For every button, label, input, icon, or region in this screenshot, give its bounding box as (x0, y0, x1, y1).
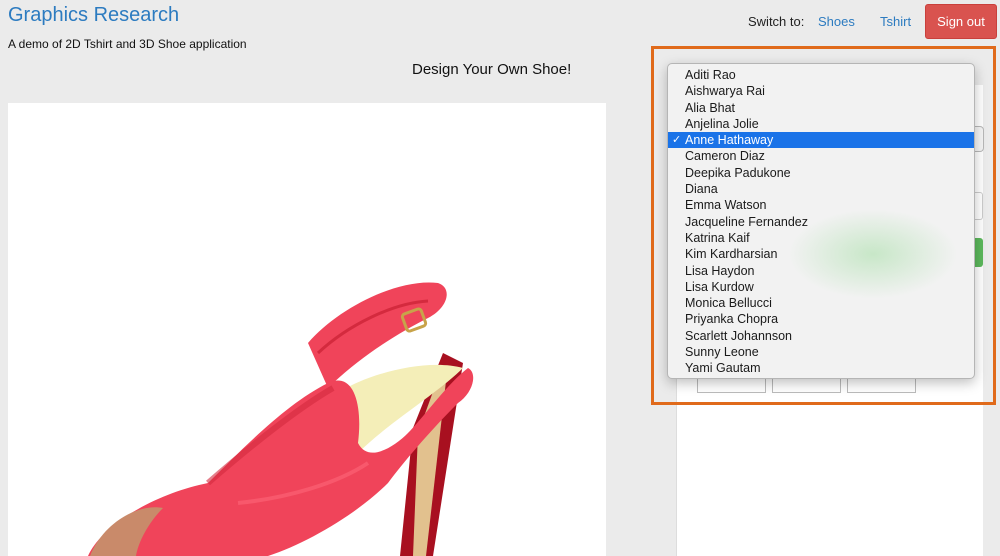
dropdown-option[interactable]: Lisa Kurdow (668, 279, 974, 295)
dropdown-option-label: Lisa Kurdow (685, 279, 754, 294)
dropdown-option[interactable]: Sunny Leone (668, 344, 974, 360)
dropdown-option[interactable]: Scarlett Johannson (668, 328, 974, 344)
brand-title[interactable]: Graphics Research (8, 4, 179, 27)
dropdown-option[interactable]: Deepika Padukone (668, 165, 974, 181)
app-subtitle: A demo of 2D Tshirt and 3D Shoe applicat… (8, 37, 247, 51)
dropdown-option[interactable]: Lisa Haydon (668, 263, 974, 279)
dropdown-option-label: Jacqueline Fernandez (685, 214, 808, 229)
checkmark-icon: ✓ (672, 134, 682, 147)
dropdown-option[interactable]: Katrina Kaif (668, 230, 974, 246)
dropdown-option-label: Kim Kardharsian (685, 247, 778, 262)
dropdown-option-label: Priyanka Chopra (685, 312, 779, 327)
dropdown-option-label: Cameron Diaz (685, 149, 765, 164)
dropdown-option[interactable]: Aishwarya Rai (668, 83, 974, 99)
dropdown-option-label: Monica Bellucci (685, 296, 772, 311)
shoe-model-illustration (88, 282, 474, 556)
nav-shoes-link[interactable]: Shoes (818, 14, 855, 29)
page-title: Design Your Own Shoe! (412, 61, 572, 78)
dropdown-option[interactable]: Cameron Diaz (668, 148, 974, 164)
shoe-3d-canvas[interactable] (8, 103, 606, 556)
dropdown-option-label: Deepika Padukone (685, 165, 791, 180)
dropdown-option[interactable]: Anjelina Jolie (668, 116, 974, 132)
dropdown-option-label: Katrina Kaif (685, 230, 750, 245)
dropdown-option-label: Yami Gautam (685, 361, 761, 376)
dropdown-option[interactable]: Emma Watson (668, 197, 974, 213)
dropdown-option-label: Aditi Rao (685, 68, 736, 82)
dropdown-option-label: Anjelina Jolie (685, 116, 759, 131)
sign-out-button[interactable]: Sign out (925, 4, 997, 39)
dropdown-option[interactable]: Kim Kardharsian (668, 246, 974, 262)
dropdown-option-label: Anne Hathaway (685, 133, 774, 148)
dropdown-option[interactable]: Diana (668, 181, 974, 197)
dropdown-option-label: Aishwarya Rai (685, 84, 765, 99)
dropdown-option-label: Diana (685, 182, 718, 197)
dropdown-option-label: Alia Bhat (685, 100, 736, 115)
dropdown-option-label: Sunny Leone (685, 345, 759, 360)
dropdown-option-label: Scarlett Johannson (685, 328, 793, 343)
dropdown-option-label: Lisa Haydon (685, 263, 755, 278)
dropdown-option[interactable]: Priyanka Chopra (668, 311, 974, 327)
celebrity-dropdown-list[interactable]: Aditi Rao Aishwarya Rai Alia Bhat Anjelina … (667, 63, 975, 379)
dropdown-option[interactable]: Jacqueline Fernandez (668, 214, 974, 230)
dropdown-option[interactable]: Yami Gautam (668, 360, 974, 376)
nav-tshirt-link[interactable]: Tshirt (880, 14, 911, 29)
dropdown-option[interactable]: Alia Bhat (668, 100, 974, 116)
dropdown-option[interactable]: ✓ Anne Hathaway (668, 132, 974, 149)
dropdown-option[interactable]: Monica Bellucci (668, 295, 974, 311)
dropdown-option[interactable]: Aditi Rao (668, 67, 974, 83)
dropdown-option-label: Emma Watson (685, 198, 767, 213)
switch-label: Switch to: (748, 14, 805, 29)
